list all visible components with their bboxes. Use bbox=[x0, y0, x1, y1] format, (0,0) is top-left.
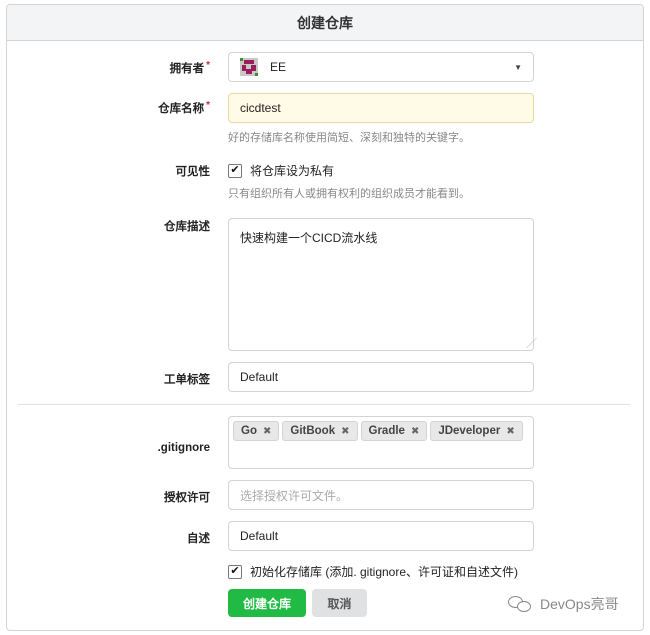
description-label: 仓库描述 bbox=[164, 221, 210, 233]
close-icon[interactable]: ✖ bbox=[411, 426, 419, 437]
readme-value: Default bbox=[240, 529, 279, 543]
auto-init-checkbox[interactable]: ✔ 初始化存储库 (添加. gitignore、许可证和自述文件) bbox=[228, 563, 518, 580]
issue-labels-label: 工单标签 bbox=[164, 374, 210, 386]
page-title: 创建仓库 bbox=[297, 14, 353, 31]
readme-dropdown[interactable]: Default bbox=[228, 521, 534, 551]
gitignore-tag[interactable]: JDeveloper ✖ bbox=[430, 421, 523, 441]
close-icon[interactable]: ✖ bbox=[341, 426, 349, 437]
auto-init-label: 初始化存储库 (添加. gitignore、许可证和自述文件) bbox=[250, 565, 519, 579]
watermark-text: DevOps亮哥 bbox=[540, 596, 619, 612]
private-checkbox[interactable]: ✔ 将仓库设为私有 bbox=[228, 162, 334, 179]
visibility-help: 只有组织所有人或拥有权利的组织成员才能看到。 bbox=[228, 188, 470, 200]
repo-name-help: 好的存储库名称使用简短、深刻和独特的关键字。 bbox=[228, 132, 470, 144]
divider bbox=[18, 404, 630, 405]
gitignore-multiselect[interactable]: Go ✖ GitBook ✖ Gradle ✖ JDeveloper ✖ bbox=[228, 416, 534, 469]
license-placeholder: 选择授权许可文件。 bbox=[240, 488, 349, 503]
visibility-label: 可见性 bbox=[175, 166, 211, 178]
chevron-down-icon: ▼ bbox=[514, 62, 522, 72]
repo-name-value: cicdtest bbox=[240, 101, 281, 115]
gitignore-tag[interactable]: Gradle ✖ bbox=[360, 421, 428, 441]
panel-header: 创建仓库 bbox=[7, 5, 643, 41]
owner-label: 拥有者 bbox=[0, 60, 210, 76]
close-icon[interactable]: ✖ bbox=[506, 426, 514, 437]
create-repo-button[interactable]: 创建仓库 bbox=[228, 589, 306, 617]
issue-labels-dropdown[interactable]: Default bbox=[228, 362, 534, 392]
watermark: DevOps亮哥 bbox=[508, 594, 619, 614]
gitignore-tag[interactable]: Go ✖ bbox=[233, 421, 280, 441]
issue-labels-value: Default bbox=[240, 370, 279, 384]
license-dropdown[interactable]: 选择授权许可文件。 bbox=[228, 480, 534, 510]
owner-dropdown[interactable]: EE ▼ bbox=[228, 52, 534, 82]
close-icon[interactable]: ✖ bbox=[263, 426, 271, 437]
checkmark-icon[interactable]: ✔ bbox=[228, 163, 242, 178]
owner-avatar bbox=[240, 58, 258, 76]
repo-name-label: 仓库名称 bbox=[0, 100, 210, 116]
gitignore-label: .gitignore bbox=[157, 442, 210, 454]
owner-value: EE bbox=[270, 60, 287, 74]
description-textarea[interactable]: 快速构建一个CICD流水线 bbox=[228, 218, 534, 351]
repo-name-input[interactable]: cicdtest bbox=[228, 93, 534, 123]
checkmark-icon[interactable]: ✔ bbox=[228, 564, 242, 579]
readme-label: 自述 bbox=[187, 533, 210, 545]
license-label: 授权许可 bbox=[164, 492, 210, 504]
private-checkbox-label: 将仓库设为私有 bbox=[250, 164, 335, 178]
gitignore-tag[interactable]: GitBook ✖ bbox=[282, 421, 358, 441]
wechat-icon bbox=[508, 594, 534, 614]
cancel-button[interactable]: 取消 bbox=[312, 589, 367, 617]
